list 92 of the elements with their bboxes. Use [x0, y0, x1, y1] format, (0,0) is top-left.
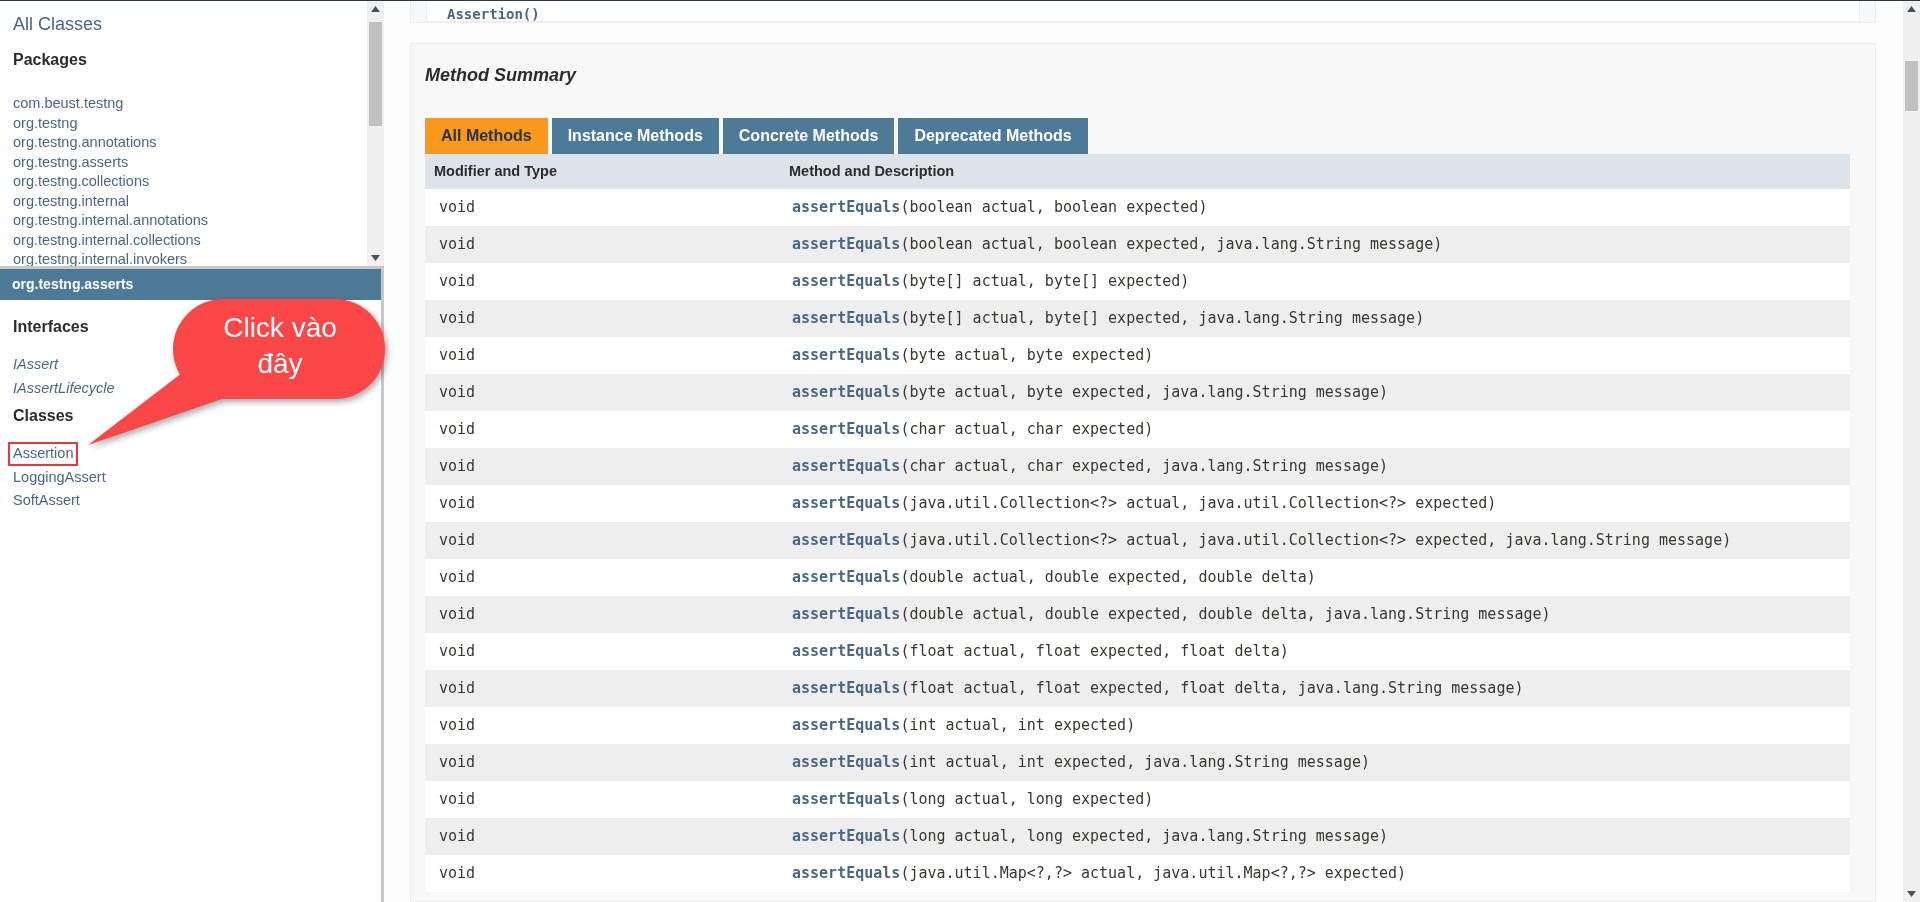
method-parameters: (int actual, int expected, java.lang.String message) — [900, 753, 1370, 772]
return-type: void — [438, 456, 477, 478]
return-type: void — [438, 678, 477, 700]
return-type: void — [438, 382, 477, 404]
scrollbar-thumb[interactable] — [369, 22, 382, 126]
package-link[interactable]: org.testng.internal.annotations — [13, 211, 367, 231]
return-type: void — [438, 604, 477, 626]
interface-link[interactable]: IAssertLifecycle — [8, 376, 120, 400]
scroll-down-icon[interactable] — [1907, 891, 1916, 897]
section-title: Method Summary — [425, 64, 578, 87]
class-link[interactable]: Assertion — [8, 442, 79, 466]
method-link[interactable]: assertEquals — [792, 790, 901, 809]
method-parameters: (int actual, int expected) — [900, 716, 1136, 735]
class-link[interactable]: LoggingAssert — [8, 465, 111, 489]
method-parameters: (long actual, long expected) — [900, 790, 1154, 809]
method-parameters: (byte actual, byte expected) — [900, 346, 1154, 365]
return-type: void — [438, 530, 477, 552]
method-parameters: (java.util.Collection<?> actual, java.util.Collection<?> expected, java.lang.String message) — [900, 531, 1732, 550]
method-link[interactable]: assertEquals — [792, 568, 901, 587]
return-type: void — [438, 271, 477, 293]
method-parameters: (byte[] actual, byte[] expected) — [900, 272, 1190, 291]
packages-heading: Packages — [13, 50, 88, 70]
return-type: void — [438, 641, 477, 663]
method-filter-tab[interactable]: Concrete Methods — [722, 118, 895, 154]
callout-text: Click vào đây — [222, 311, 338, 381]
method-link[interactable]: assertEquals — [792, 642, 901, 661]
method-link[interactable]: assertEquals — [792, 753, 901, 772]
return-type: void — [438, 715, 477, 737]
scroll-down-icon[interactable] — [371, 255, 380, 261]
section-heading: Interfaces — [13, 317, 89, 337]
method-parameters: (double actual, double expected, double delta) — [900, 568, 1316, 587]
method-link[interactable]: assertEquals — [792, 679, 901, 698]
method-parameters: (float actual, float expected, float delta, java.lang.String message) — [900, 679, 1524, 698]
all-classes-link[interactable]: All Classes — [13, 13, 367, 35]
method-parameters: (boolean actual, boolean expected, java.lang.String message) — [900, 235, 1443, 254]
package-link[interactable]: org.testng.internal — [13, 191, 367, 211]
scroll-up-icon[interactable] — [371, 6, 380, 12]
return-type: void — [438, 493, 477, 515]
interface-link[interactable]: IAssert — [8, 353, 64, 377]
package-link[interactable]: org.testng — [13, 113, 367, 133]
method-filter-tab[interactable]: Instance Methods — [551, 118, 719, 154]
method-filter-tab[interactable]: Deprecated Methods — [898, 118, 1088, 154]
scrollbar[interactable] — [1903, 1, 1920, 902]
method-parameters: (java.util.Collection<?> actual, java.util.Collection<?> expected) — [900, 494, 1497, 513]
method-parameters: (char actual, char expected, java.lang.String message) — [900, 457, 1389, 476]
method-link[interactable]: assertEquals — [792, 272, 901, 291]
method-parameters: (long actual, long expected, java.lang.String message) — [900, 827, 1389, 846]
return-type: void — [438, 308, 477, 330]
package-link[interactable]: com.beust.testng — [13, 94, 367, 114]
class-link[interactable]: SoftAssert — [8, 489, 85, 513]
return-type: void — [438, 197, 477, 219]
constructor-signature[interactable]: Assertion() — [447, 7, 540, 21]
package-link[interactable]: org.testng.internal.collections — [13, 230, 367, 250]
method-link[interactable]: assertEquals — [792, 494, 901, 513]
return-type: void — [438, 752, 477, 774]
return-type: void — [438, 234, 477, 256]
method-link[interactable]: assertEquals — [792, 605, 901, 624]
method-link[interactable]: assertEquals — [792, 457, 901, 476]
return-type: void — [438, 345, 477, 367]
column-header: Method and Description — [788, 161, 955, 181]
package-link[interactable]: org.testng.collections — [13, 172, 367, 192]
scrollbar-thumb[interactable] — [1905, 61, 1918, 111]
column-header: Modifier and Type — [433, 161, 558, 181]
scrollbar[interactable] — [367, 1, 384, 266]
return-type: void — [438, 863, 477, 885]
method-parameters: (java.util.Map<?,?> actual, java.util.Map<?,?> expected) — [900, 864, 1407, 883]
method-parameters: (float actual, float expected, float delta) — [900, 642, 1289, 661]
method-filter-tab[interactable]: All Methods — [425, 118, 548, 154]
method-link[interactable]: assertEquals — [792, 309, 901, 328]
section-heading: Classes — [13, 406, 74, 426]
method-link[interactable]: assertEquals — [792, 198, 901, 217]
method-link[interactable]: assertEquals — [792, 864, 901, 883]
return-type: void — [438, 789, 477, 811]
method-link[interactable]: assertEquals — [792, 716, 901, 735]
return-type: void — [438, 419, 477, 441]
method-link[interactable]: assertEquals — [792, 383, 901, 402]
return-type: void — [438, 567, 477, 589]
method-parameters: (boolean actual, boolean expected) — [900, 198, 1208, 217]
method-parameters: (byte actual, byte expected, java.lang.String message) — [900, 383, 1389, 402]
method-parameters: (double actual, double expected, double delta, java.lang.String message) — [900, 605, 1551, 624]
scroll-up-icon[interactable] — [1907, 6, 1916, 12]
package-header: org.testng.asserts — [0, 269, 381, 300]
method-parameters: (char actual, char expected) — [900, 420, 1154, 439]
method-link[interactable]: assertEquals — [792, 346, 901, 365]
package-link[interactable]: org.testng.asserts — [13, 152, 367, 172]
method-link[interactable]: assertEquals — [792, 531, 901, 550]
method-parameters: (byte[] actual, byte[] expected, java.lang.String message) — [900, 309, 1425, 328]
package-link[interactable]: org.testng.annotations — [13, 133, 367, 153]
return-type: void — [438, 826, 477, 848]
method-link[interactable]: assertEquals — [792, 235, 901, 254]
method-link[interactable]: assertEquals — [792, 420, 901, 439]
method-link[interactable]: assertEquals — [792, 827, 901, 846]
